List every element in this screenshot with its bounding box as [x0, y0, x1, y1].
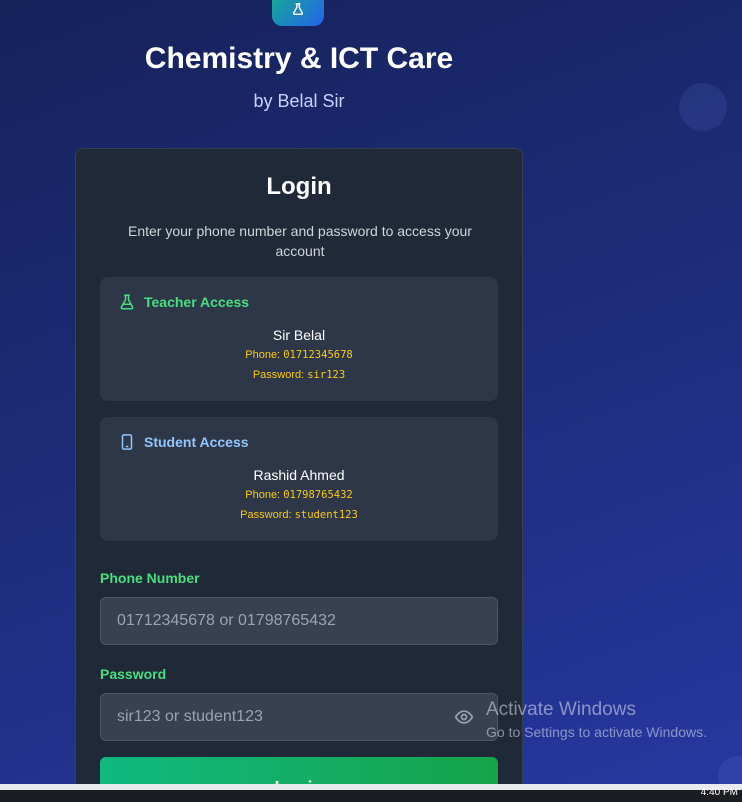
phone-icon	[121, 434, 133, 450]
teacher-phone-label: Phone:	[245, 349, 281, 361]
student-password-value: student123	[294, 509, 358, 521]
student-name: Rashid Ahmed	[253, 467, 345, 483]
student-phone-value: 01798765432	[283, 489, 353, 501]
student-access-panel: Student Access Rashid Ahmed Phone: 01798…	[100, 417, 498, 541]
teacher-phone: Phone: 01712345678	[100, 349, 498, 361]
watermark-title: Activate Windows	[486, 699, 636, 720]
decor-bubble	[679, 83, 727, 131]
login-title: Login	[266, 173, 332, 200]
app-title: Chemistry & ICT Care	[144, 42, 454, 75]
eye-icon[interactable]	[454, 707, 474, 727]
teacher-access-heading: Teacher Access	[118, 293, 249, 311]
student-phone-label: Phone:	[245, 489, 281, 501]
login-card: Login Enter your phone number and passwo…	[75, 148, 523, 802]
password-label: Password	[100, 666, 167, 682]
teacher-access-label: Teacher Access	[144, 294, 250, 310]
app-logo	[272, 0, 324, 26]
student-access-label: Student Access	[144, 434, 249, 450]
taskbar-clock[interactable]: 4:40 PM	[701, 787, 738, 798]
student-access-heading: Student Access	[118, 433, 249, 451]
app-subtitle: by Belal Sir	[253, 91, 345, 111]
teacher-password-label: Password:	[252, 369, 305, 381]
student-password-label: Password:	[240, 509, 292, 521]
taskbar-strip: 4:40 PM	[0, 787, 742, 802]
flask-icon	[292, 3, 304, 15]
login-description: Enter your phone number and password to …	[128, 223, 472, 259]
student-password: Password: student123	[100, 509, 498, 521]
phone-number-label: Phone Number	[100, 570, 200, 586]
teacher-access-panel: Teacher Access Sir Belal Phone: 01712345…	[100, 277, 498, 401]
password-input[interactable]	[100, 693, 498, 741]
flask-icon	[120, 294, 134, 310]
teacher-phone-value: 01712345678	[283, 349, 353, 361]
teacher-password-value: sir123	[307, 369, 346, 381]
student-phone: Phone: 01798765432	[100, 489, 498, 501]
teacher-name: Sir Belal	[272, 327, 326, 343]
teacher-password: Password: sir123	[100, 369, 498, 381]
phone-number-input[interactable]	[100, 597, 498, 645]
taskbar: 4:40 PM	[0, 784, 742, 802]
activate-windows-watermark: Activate Windows Go to Settings to activ…	[486, 699, 707, 740]
watermark-subtitle: Go to Settings to activate Windows.	[486, 724, 707, 740]
